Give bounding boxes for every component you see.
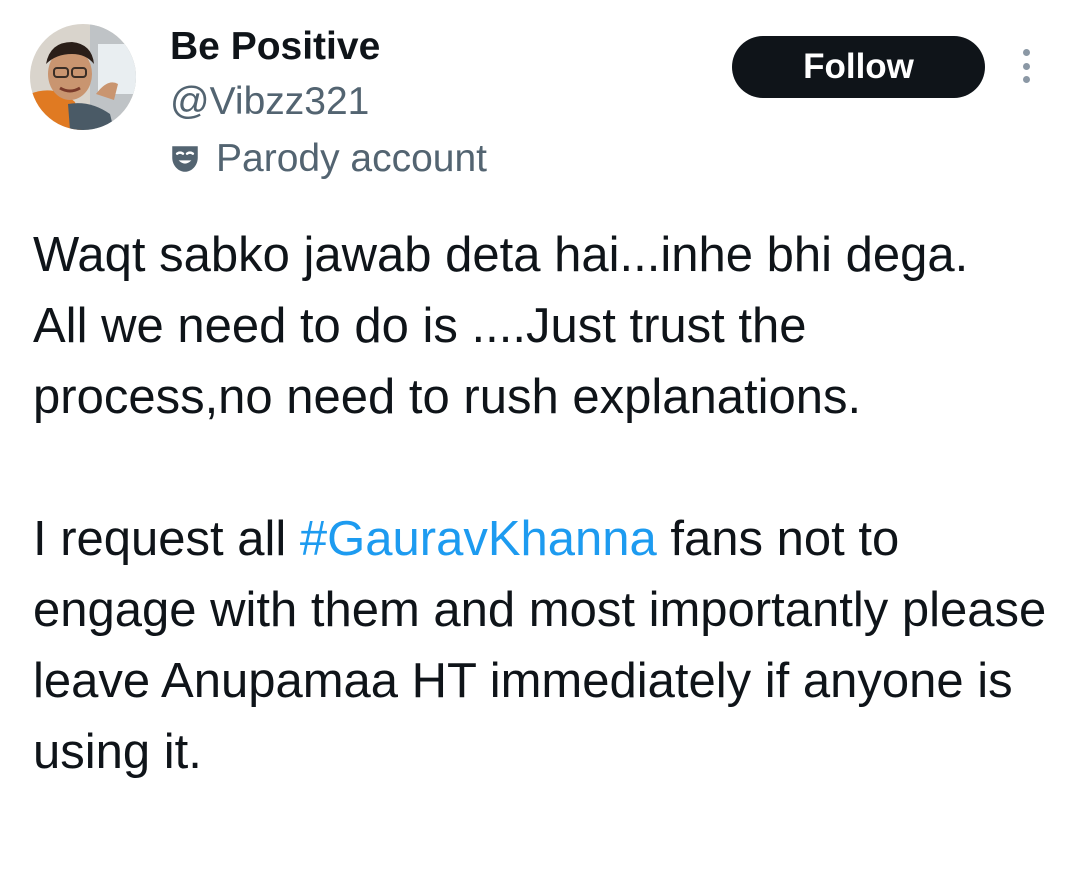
- tweet-text: Waqt sabko jawab deta hai...inhe bhi deg…: [33, 220, 1053, 788]
- parody-account-label: Parody account: [168, 136, 487, 182]
- tweet-text-segment: I request all: [33, 512, 300, 566]
- display-name[interactable]: Be Positive: [170, 24, 380, 70]
- avatar[interactable]: [30, 24, 136, 130]
- tweet-line: All we need to do is ....Just trust the …: [33, 299, 862, 424]
- follow-button[interactable]: Follow: [732, 36, 985, 98]
- tweet-paragraph: I request all #GauravKhanna fans not to …: [33, 504, 1053, 788]
- user-handle[interactable]: @Vibzz321: [170, 79, 369, 125]
- parody-label-text: Parody account: [216, 137, 488, 180]
- tweet-line: Waqt sabko jawab deta hai...inhe bhi deg…: [33, 228, 969, 282]
- parody-mask-icon: [168, 142, 202, 176]
- hashtag-link[interactable]: #GauravKhanna: [300, 512, 657, 566]
- more-options-icon[interactable]: [1012, 46, 1040, 86]
- profile-photo: [30, 24, 136, 130]
